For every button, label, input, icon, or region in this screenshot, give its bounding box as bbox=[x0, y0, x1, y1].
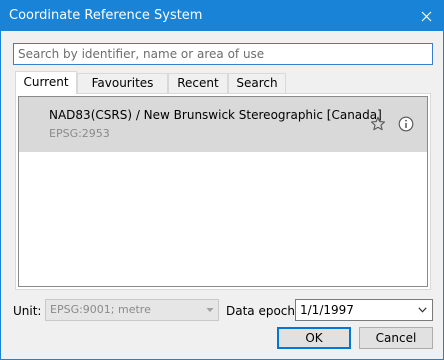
epoch-label: Data epoch: bbox=[226, 304, 300, 318]
title-bar[interactable]: Coordinate Reference System bbox=[1, 1, 443, 31]
tab-current[interactable]: Current bbox=[15, 71, 77, 94]
cancel-button[interactable]: Cancel bbox=[359, 327, 433, 349]
unit-value: EPSG:9001; metre bbox=[50, 303, 151, 316]
window-title: Coordinate Reference System bbox=[9, 8, 203, 23]
list-item[interactable]: NAD83(CSRS) / New Brunswick Stereographi… bbox=[19, 97, 427, 152]
tab-panel-current: NAD83(CSRS) / New Brunswick Stereographi… bbox=[15, 93, 431, 290]
unit-label: Unit: bbox=[13, 304, 42, 318]
info-icon[interactable] bbox=[398, 116, 414, 132]
tab-search[interactable]: Search bbox=[228, 73, 286, 94]
unit-dropdown: EPSG:9001; metre bbox=[45, 299, 219, 321]
chevron-down-icon bbox=[206, 308, 214, 312]
crs-list[interactable]: NAD83(CSRS) / New Brunswick Stereographi… bbox=[18, 96, 428, 287]
tab-recent[interactable]: Recent bbox=[168, 73, 228, 94]
epoch-dropdown[interactable]: 1/1/1997 bbox=[295, 299, 433, 321]
tab-favourites[interactable]: Favourites bbox=[77, 73, 168, 94]
crs-dialog: Coordinate Reference System Current Favo… bbox=[0, 0, 444, 360]
star-icon[interactable] bbox=[370, 116, 386, 132]
ok-button[interactable]: OK bbox=[277, 327, 351, 349]
epoch-value: 1/1/1997 bbox=[300, 303, 354, 317]
close-icon bbox=[421, 11, 431, 21]
crs-name: NAD83(CSRS) / New Brunswick Stereographi… bbox=[49, 108, 382, 122]
crs-code: EPSG:2953 bbox=[49, 127, 110, 140]
search-input[interactable] bbox=[13, 43, 433, 65]
chevron-down-icon bbox=[418, 307, 427, 313]
close-button[interactable] bbox=[409, 1, 443, 31]
